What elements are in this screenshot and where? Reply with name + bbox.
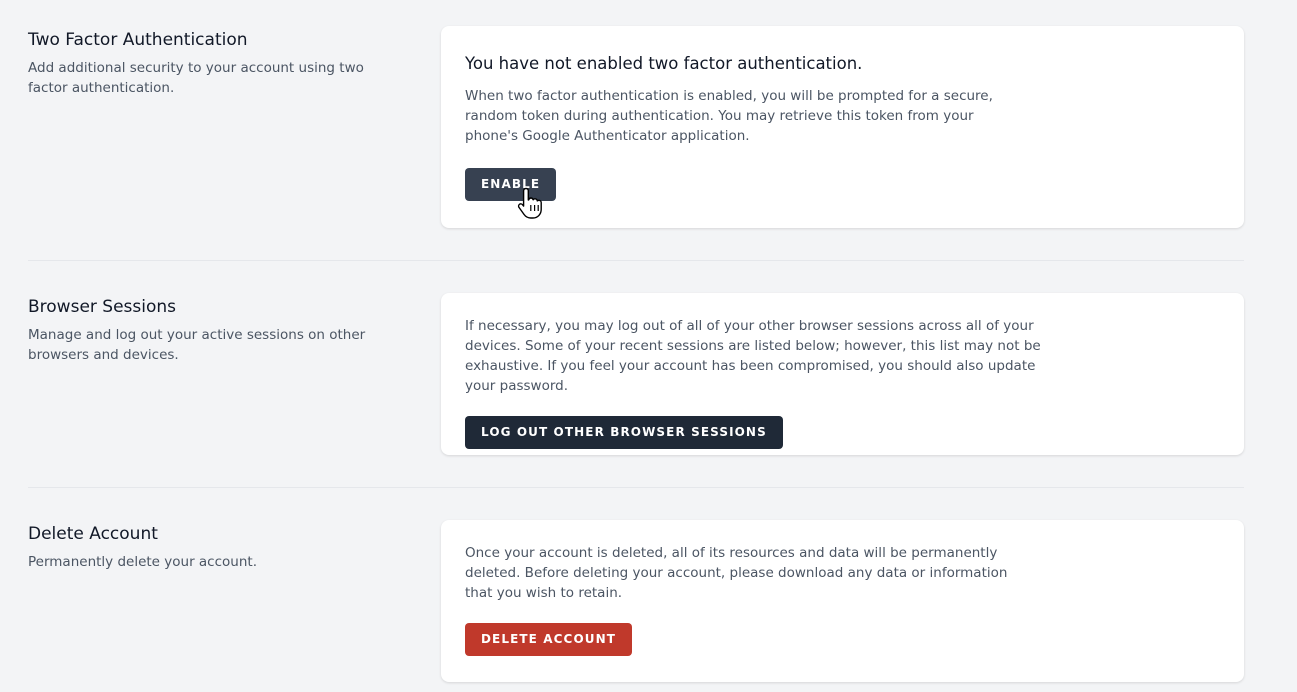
delete-account-title: Delete Account: [28, 524, 158, 544]
two-factor-title: Two Factor Authentication: [28, 30, 248, 50]
delete-account-body-text: Once your account is deleted, all of its…: [465, 545, 1008, 601]
delete-account-info: Delete Account Permanently delete your a…: [28, 522, 413, 572]
two-factor-description: Add additional security to your account …: [28, 60, 364, 96]
browser-sessions-body-text: If necessary, you may log out of all of …: [465, 318, 1041, 394]
browser-sessions-actions: Log Out Other Browser Sessions: [465, 416, 1220, 449]
browser-sessions-card: If necessary, you may log out of all of …: [441, 293, 1244, 455]
two-factor-actions: Enable: [465, 168, 1220, 201]
two-factor-section: Two Factor Authentication Add additional…: [28, 26, 1244, 228]
two-factor-card: You have not enabled two factor authenti…: [441, 26, 1244, 228]
delete-account-card: Once your account is deleted, all of its…: [441, 520, 1244, 682]
two-factor-status-heading: You have not enabled two factor authenti…: [465, 54, 863, 73]
browser-sessions-section: Browser Sessions Manage and log out your…: [28, 293, 1244, 455]
browser-sessions-description: Manage and log out your active sessions …: [28, 327, 366, 363]
browser-sessions-info: Browser Sessions Manage and log out your…: [28, 295, 413, 365]
delete-account-description: Permanently delete your account.: [28, 554, 257, 570]
two-factor-body-text: When two factor authentication is enable…: [465, 88, 993, 144]
delete-account-section: Delete Account Permanently delete your a…: [28, 520, 1244, 682]
section-divider: [28, 260, 1244, 261]
two-factor-info: Two Factor Authentication Add additional…: [28, 28, 413, 98]
delete-account-button[interactable]: Delete Account: [465, 623, 633, 656]
browser-sessions-title: Browser Sessions: [28, 297, 177, 317]
section-divider: [28, 487, 1244, 488]
enable-button[interactable]: Enable: [465, 168, 557, 201]
logout-other-sessions-button[interactable]: Log Out Other Browser Sessions: [465, 416, 783, 449]
delete-account-actions: Delete Account: [465, 623, 1220, 656]
